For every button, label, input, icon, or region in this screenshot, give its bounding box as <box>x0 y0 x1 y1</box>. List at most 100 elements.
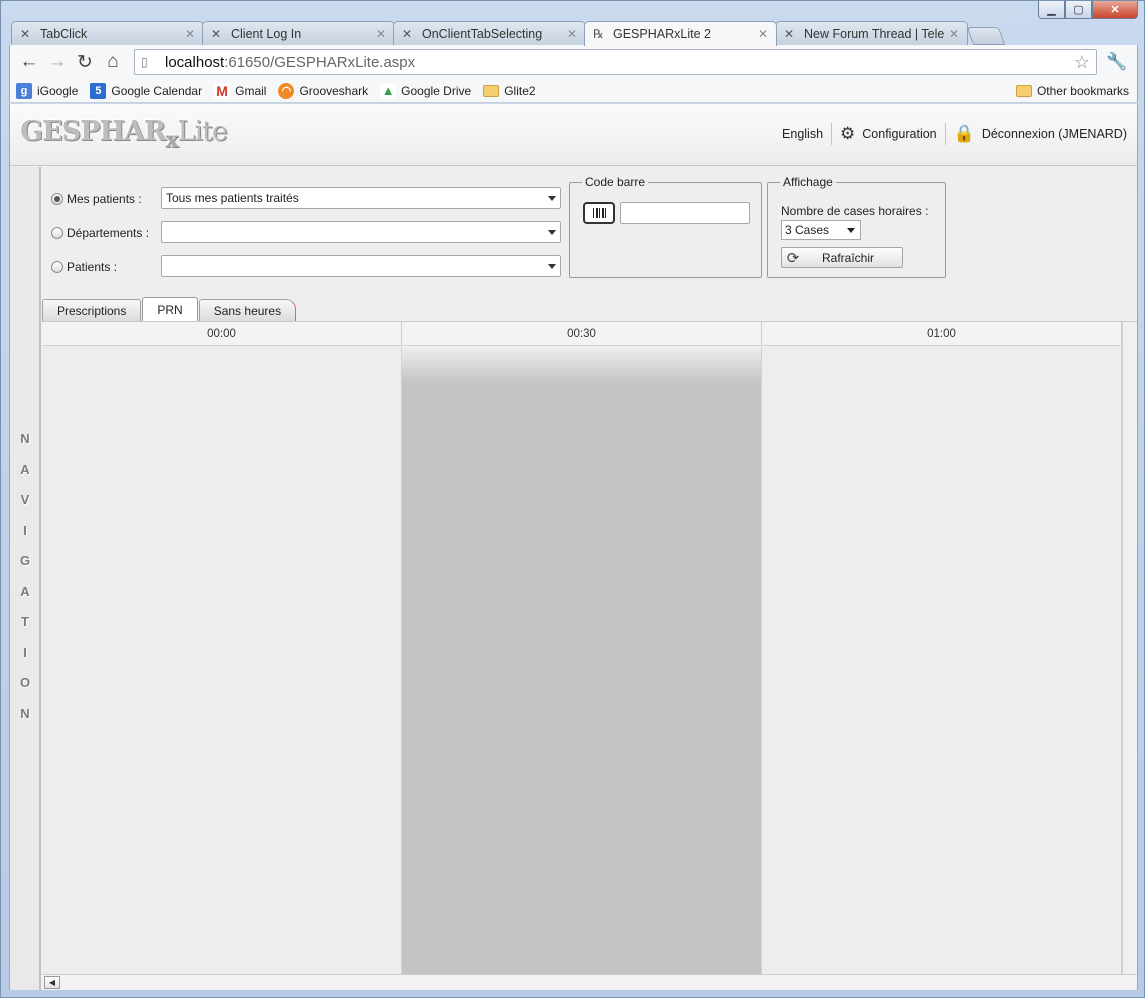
bookmarks-bar: g iGoogle 5 Google Calendar M Gmail ◠ Gr… <box>9 79 1138 103</box>
browser-toolbar: ← → ↻ ⌂ ▯ localhost:61650/GESPHARxLite.a… <box>9 45 1138 79</box>
bookmark-star-icon[interactable]: ☆ <box>1074 52 1090 73</box>
departements-label: Départements : <box>67 226 150 240</box>
close-tab-icon[interactable]: ✕ <box>567 27 577 41</box>
scroll-left-icon[interactable]: ◀ <box>44 976 60 989</box>
barcode-fieldset: Code barre <box>569 175 762 278</box>
chevron-down-icon <box>548 264 556 269</box>
browser-tab-title: OnClientTabSelecting <box>422 26 543 41</box>
patients-radio[interactable] <box>51 261 63 273</box>
bookmark-label: Google Drive <box>401 83 472 98</box>
gear-icon[interactable]: ⚙ <box>840 124 855 144</box>
mes-patients-radio[interactable] <box>51 193 63 205</box>
chevron-down-icon <box>847 228 855 233</box>
telerik-icon: ✕ <box>211 26 222 41</box>
refresh-button[interactable]: ⟳ Rafraîchir <box>781 247 903 268</box>
bookmark-google-calendar[interactable]: 5 Google Calendar <box>90 82 203 99</box>
close-tab-icon[interactable]: ✕ <box>949 27 959 41</box>
browser-tab-title: New Forum Thread | Teleri <box>804 26 945 41</box>
timeline-column[interactable] <box>762 347 1122 975</box>
chevron-down-icon <box>548 230 556 235</box>
folder-icon <box>483 84 500 97</box>
page-icon: ▯ <box>141 55 148 69</box>
browser-tab[interactable]: ✕ TabClick ✕ <box>11 21 204 45</box>
forward-arrow-icon[interactable]: → <box>44 49 70 75</box>
tab-sans-heures[interactable]: Sans heures <box>198 299 297 321</box>
window-controls: ▁ ▢ ✕ <box>1038 1 1138 19</box>
tab-prescriptions[interactable]: Prescriptions <box>42 299 142 321</box>
browser-tab[interactable]: ✕ Client Log In ✕ <box>202 21 395 45</box>
header-links: English ⚙ Configuration 🔒 Déconnexion (J… <box>782 123 1127 145</box>
timeline-column[interactable] <box>42 347 402 975</box>
divider <box>944 123 946 145</box>
navigation-panel-toggle[interactable]: N A V I G A T I O N <box>10 167 41 990</box>
app-tabs: Prescriptions PRN Sans heures <box>42 297 297 321</box>
other-bookmarks[interactable]: Other bookmarks <box>1015 84 1129 98</box>
maximize-icon[interactable]: ▢ <box>1065 1 1092 19</box>
bookmark-label: iGoogle <box>37 83 79 98</box>
page-viewport: GESPHARxLite English ⚙ Configuration 🔒 D… <box>9 104 1138 990</box>
bookmark-grooveshark[interactable]: ◠ Grooveshark <box>278 82 369 99</box>
logout-link[interactable]: Déconnexion (JMENARD) <box>982 127 1127 141</box>
address-bar[interactable]: ▯ localhost:61650/GESPHARxLite.aspx ☆ <box>134 49 1097 75</box>
browser-tab-active[interactable]: ℞ GESPHARxLite 2 ✕ <box>584 21 777 46</box>
departements-select[interactable] <box>161 221 561 243</box>
column-header: 00:00 <box>42 322 402 346</box>
folder-icon <box>1015 84 1032 97</box>
slots-select[interactable]: 3 Cases <box>781 220 861 240</box>
drive-icon: ▲ <box>380 82 397 99</box>
column-header: 01:00 <box>762 322 1122 346</box>
home-icon[interactable]: ⌂ <box>100 49 126 75</box>
bookmark-igoogle[interactable]: g iGoogle <box>16 82 79 99</box>
barcode-input[interactable] <box>620 202 750 224</box>
bookmark-label: Grooveshark <box>299 83 369 98</box>
lock-icon[interactable]: 🔒 <box>954 124 975 144</box>
reload-icon[interactable]: ↻ <box>72 49 98 75</box>
wrench-menu-icon[interactable]: 🔧 <box>1103 49 1131 75</box>
language-link[interactable]: English <box>782 127 823 141</box>
chevron-down-icon <box>548 196 556 201</box>
bookmark-label: Google Calendar <box>111 83 203 98</box>
slots-label: Nombre de cases horaires : <box>781 204 929 218</box>
app-header: GESPHARxLite English ⚙ Configuration 🔒 D… <box>10 104 1137 166</box>
bookmark-label: Glite2 <box>504 83 536 98</box>
minimize-icon[interactable]: ▁ <box>1038 1 1065 19</box>
browser-tab-title: Client Log In <box>231 26 302 41</box>
new-tab-button[interactable] <box>966 27 1006 45</box>
tab-prn[interactable]: PRN <box>142 297 198 321</box>
bookmark-google-drive[interactable]: ▲ Google Drive <box>380 82 472 99</box>
igoogle-icon: g <box>16 82 32 99</box>
browser-tab-title: GESPHARxLite 2 <box>613 27 711 41</box>
divider <box>831 123 833 145</box>
display-fieldset: Affichage Nombre de cases horaires : 3 C… <box>767 175 946 278</box>
refresh-label: Rafraîchir <box>821 250 874 265</box>
patients-label: Patients : <box>67 260 118 274</box>
departements-option[interactable]: Départements : <box>51 226 149 240</box>
url-text[interactable]: localhost:61650/GESPHARxLite.aspx <box>165 54 1074 71</box>
mes-patients-select[interactable]: Tous mes patients traités <box>161 187 561 209</box>
patients-select[interactable] <box>161 255 561 277</box>
timeline-column-current[interactable] <box>402 347 762 975</box>
close-tab-icon[interactable]: ✕ <box>758 27 768 41</box>
bookmark-glite2[interactable]: Glite2 <box>483 83 536 98</box>
patients-option[interactable]: Patients : <box>51 260 117 274</box>
refresh-icon: ⟳ <box>786 249 800 267</box>
browser-tab[interactable]: ✕ OnClientTabSelecting ✕ <box>393 21 586 45</box>
timeline-grid: 00:00 00:30 01:00 <box>42 321 1137 975</box>
bookmark-gmail[interactable]: M Gmail <box>214 82 267 99</box>
horizontal-scrollbar[interactable]: ◀ <box>42 974 1137 990</box>
gmail-icon: M <box>214 82 231 99</box>
gesphar-icon: ℞ <box>593 27 604 41</box>
close-window-icon[interactable]: ✕ <box>1092 1 1138 19</box>
back-arrow-icon[interactable]: ← <box>16 49 42 75</box>
browser-tab[interactable]: ✕ New Forum Thread | Teleri ✕ <box>775 21 968 45</box>
app-logo: GESPHARxLite <box>20 116 228 153</box>
barcode-icon[interactable] <box>583 202 615 224</box>
configuration-link[interactable]: Configuration <box>862 127 936 141</box>
vertical-scrollbar[interactable] <box>1122 322 1137 975</box>
departements-radio[interactable] <box>51 227 63 239</box>
mes-patients-option[interactable]: Mes patients : <box>51 192 142 206</box>
bookmark-label: Gmail <box>235 83 267 98</box>
close-tab-icon[interactable]: ✕ <box>376 27 386 41</box>
close-tab-icon[interactable]: ✕ <box>185 27 195 41</box>
display-legend: Affichage <box>780 175 836 189</box>
